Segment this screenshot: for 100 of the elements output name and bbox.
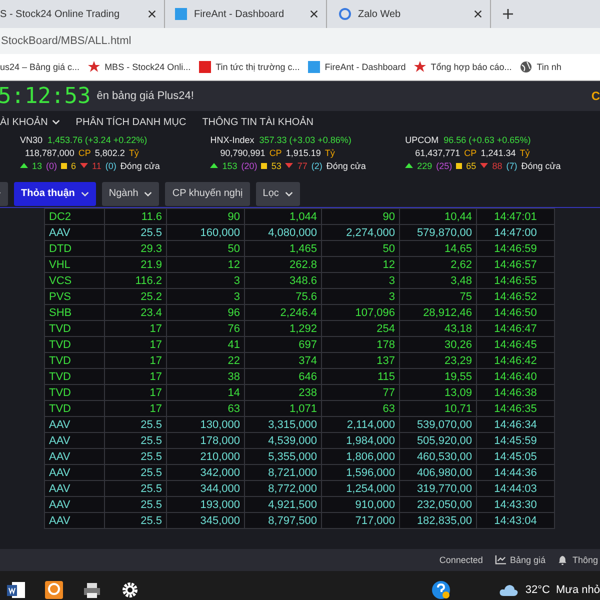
table-cell: 25.5 [104, 224, 166, 240]
bookmark[interactable]: us24 – Bảng giá c... [0, 62, 80, 72]
app-icon[interactable] [44, 580, 64, 600]
table-cell: 14:46:40 [476, 368, 554, 384]
table-cell: 344,000 [166, 480, 244, 496]
filter-tab[interactable]: Ngành [102, 182, 160, 206]
table-cell: 77 [322, 384, 400, 400]
table-cell: 115 [322, 368, 400, 384]
table-cell: 63 [166, 400, 244, 416]
new-tab-icon[interactable] [503, 9, 513, 19]
table-cell: 17 [104, 352, 166, 368]
table-cell: AAV [44, 416, 104, 432]
document-app-icon[interactable] [6, 580, 26, 600]
bookmark[interactable]: FireAnt - Dashboard [308, 61, 406, 73]
index-name: HNX-Index [210, 134, 254, 144]
table-cell: 4,921,500 [244, 496, 322, 512]
close-icon[interactable] [474, 10, 482, 18]
bookmark[interactable]: Tin tức thị trường c... [198, 61, 300, 73]
up-count: 153 [222, 160, 238, 170]
table-cell: 50 [166, 240, 244, 256]
table-cell: 14:46:52 [476, 288, 554, 304]
table-cell: 697 [244, 336, 322, 352]
up-icon [20, 163, 28, 168]
bookmark[interactable]: Tổng hợp báo cáo... [414, 61, 512, 73]
table-cell: 23.4 [104, 304, 166, 320]
close-icon[interactable] [148, 10, 156, 18]
ceiling-count: (25) [436, 160, 452, 170]
market-status: Đóng cửa [521, 160, 561, 170]
floor-count: (7) [506, 160, 518, 170]
menu-item[interactable]: ÀI KHOẢN [0, 116, 60, 128]
table-cell: 14:45:05 [476, 448, 554, 464]
menu-item[interactable]: THÔNG TIN TÀI KHOẢN [202, 116, 314, 128]
table-cell: 539,070,00 [400, 416, 476, 432]
table-cell: 14:46:59 [476, 240, 554, 256]
down-count: 11 [92, 160, 102, 170]
unit-label: CP [269, 148, 282, 158]
table-cell: 3 [166, 272, 244, 288]
favicon-icon [175, 8, 187, 20]
table-cell: 13,09 [400, 384, 476, 400]
unit-label: CP [78, 148, 91, 158]
table-cell: 14:43:04 [476, 512, 554, 528]
table-cell: TVD [44, 400, 104, 416]
table-cell: 50 [322, 240, 400, 256]
table-cell: 1,806,000 [322, 448, 400, 464]
down-icon [80, 163, 88, 168]
table-cell: 107,096 [322, 304, 400, 320]
table-cell: 4,080,000 [244, 224, 322, 240]
table-cell: AAV [44, 464, 104, 480]
table-cell: 254 [322, 320, 400, 336]
table-cell: 25.5 [104, 464, 166, 480]
table-cell: 579,870,00 [400, 224, 476, 240]
bookmark[interactable]: MBS - Stock24 Onli... [88, 61, 191, 73]
floor-count: (2) [311, 160, 322, 170]
table-cell: 238 [244, 384, 322, 400]
table-cell: DTD [44, 240, 104, 256]
filter-tab[interactable]: Thỏa thuận [14, 182, 96, 206]
table-cell: 2,274,000 [322, 224, 400, 240]
table-cell: 116.2 [104, 272, 166, 288]
flat-count: 53 [271, 160, 282, 170]
filter-tab[interactable]: Lọc [256, 182, 300, 206]
filter-tab[interactable]: CP khuyến nghị [165, 182, 250, 206]
star-icon [414, 61, 426, 73]
table-cell: 11.6 [104, 208, 166, 224]
help-icon[interactable] [431, 580, 452, 600]
table-cell: 22 [166, 352, 244, 368]
weather-text: Mưa nhỏ [556, 584, 600, 596]
turnover-value: 5,802.2 [94, 148, 125, 158]
table-cell: AAV [44, 496, 104, 512]
table-cell: PVS [44, 288, 104, 304]
table-cell: 193,000 [166, 496, 244, 512]
bookmark[interactable]: Tin nh [520, 61, 562, 73]
table-cell: 348.6 [244, 272, 322, 288]
ceiling-count: (0) [46, 160, 58, 170]
up-count: 13 [32, 160, 42, 170]
table-cell: 14:44:03 [476, 480, 554, 496]
table-cell: TVD [44, 336, 104, 352]
table-cell: 14:47:00 [476, 224, 554, 240]
printer-icon[interactable] [82, 580, 102, 600]
settings-icon[interactable] [120, 580, 140, 600]
table-cell: 345,000 [166, 512, 244, 528]
table-cell: 41 [166, 336, 244, 352]
table-cell: 2,246.4 [244, 304, 322, 320]
menu-item[interactable]: PHÂN TÍCH DANH MỤC [76, 116, 186, 128]
close-icon[interactable] [310, 10, 318, 18]
table-cell: 43,18 [400, 320, 476, 336]
table-cell: 1,292 [244, 320, 322, 336]
bookmark-icon [198, 61, 211, 73]
table-cell: 76 [166, 320, 244, 336]
flat-icon [261, 162, 268, 168]
table-cell: 90 [166, 208, 244, 224]
status-item: Bảng giá [494, 555, 546, 565]
table-cell: 21.9 [104, 256, 166, 272]
volume-value: 61,437,771 [415, 148, 460, 158]
table-cell: 2,62 [400, 256, 476, 272]
bell-icon [557, 555, 568, 565]
table-cell: 17 [104, 400, 166, 416]
table-cell: 14:45:59 [476, 432, 554, 448]
table-cell: 25.5 [104, 416, 166, 432]
table-cell: 14:47:01 [476, 208, 554, 224]
address-field[interactable]: StockBoard/MBS/ALL.html [1, 35, 132, 47]
